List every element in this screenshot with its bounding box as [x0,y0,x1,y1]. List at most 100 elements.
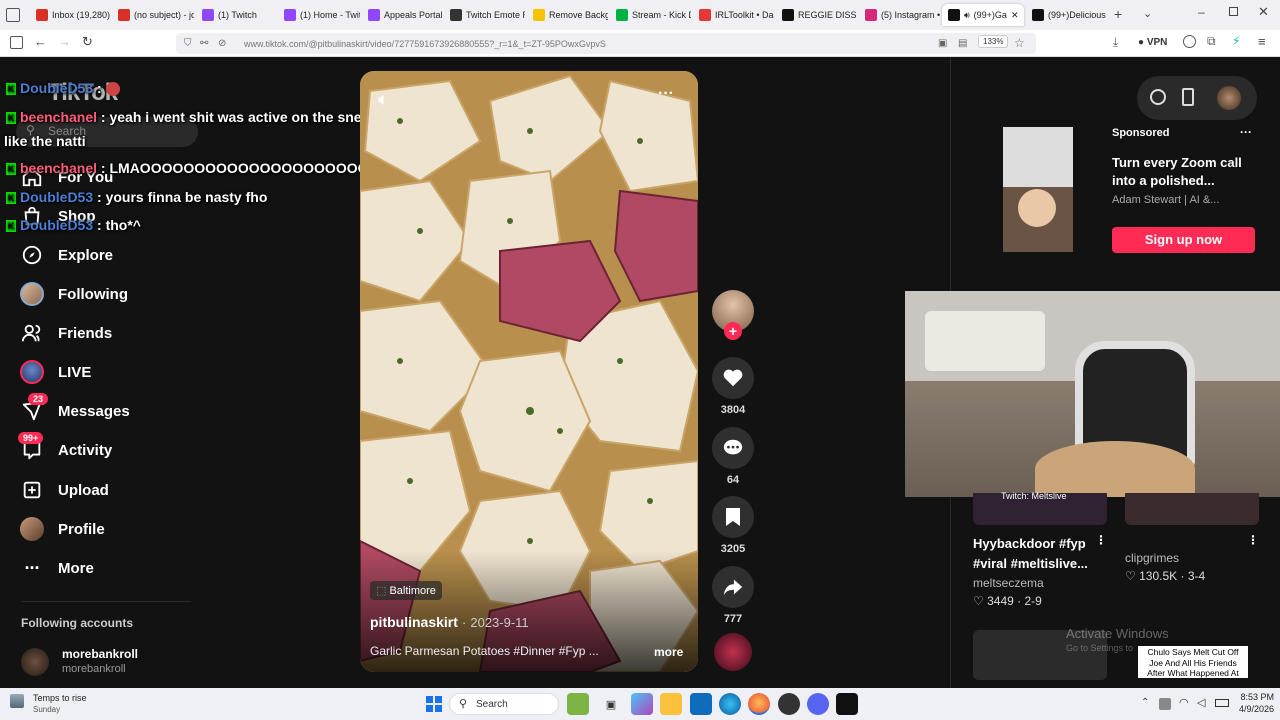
follow-plus-icon[interactable]: + [724,322,742,340]
permissions-icon[interactable]: ⚯ [200,38,208,49]
sidebar-item-activity[interactable]: 99+ Activity [18,432,112,462]
like-button[interactable]: 3804 [712,357,754,416]
sidebar-item-messages[interactable]: 23 Messages [20,393,130,423]
video-more-icon[interactable]: ··· [658,85,674,103]
browser-tab[interactable]: (99+)Delicious [1026,4,1108,26]
browser-tab[interactable]: REGGIE DISS W [776,4,857,26]
browser-tab[interactable]: Twitch Emote Resiz [444,4,525,26]
browser-tab[interactable]: (1) Home - Twit [278,4,360,26]
stream-caption-box: Chulo Says Melt Cut Off Joe And All His … [1138,646,1248,678]
clock[interactable]: 8:53 PM 4/9/2026 [1234,692,1274,714]
recommended-card[interactable]: ⋮ clipgrimes ♡ 130.5K · 3-4 [1125,493,1259,623]
sponsored-more-icon[interactable]: ··· [1240,125,1252,139]
vpn-button[interactable]: ● VPN [1138,37,1167,48]
browser-tab-bar: + ⌄ – ✕ Inbox (19,280) (no subject) - jo (… [0,0,1280,30]
wifi-icon[interactable]: ◠ [1179,696,1189,709]
browser-tab[interactable]: Inbox (19,280) [30,4,110,26]
sign-up-button[interactable]: Sign up now [1112,227,1255,253]
close-window-button[interactable]: ✕ [1258,4,1269,20]
browser-tab[interactable]: Remove Backgr [527,4,608,26]
minimize-button[interactable]: – [1198,5,1205,19]
kick-icon: K [6,112,16,125]
browser-tab[interactable]: 🔊︎ (99+)Ga ✕ [942,4,1024,26]
browser-tab[interactable]: IRLToolkit • Das [693,4,774,26]
edge-icon[interactable] [719,693,741,715]
extensions-icon[interactable]: ⧉ [1207,34,1216,49]
tab-overview-icon[interactable] [6,8,20,22]
browser-tab[interactable]: Stream - Kick D [610,4,691,26]
bookmark-star-icon[interactable]: ☆ [1014,36,1025,50]
like-count: 3804 [720,404,746,416]
file-explorer-icon[interactable] [660,693,682,715]
caption-more-button[interactable]: more [654,645,683,659]
obs-icon[interactable] [778,693,800,715]
creator-avatar[interactable]: + [712,290,754,340]
sidebar-item-upload[interactable]: Upload [20,478,109,502]
sidebar-item-label: More [58,559,94,577]
card-likes: 3449 [987,594,1014,608]
downloads-icon[interactable]: ⤓ [1113,35,1118,50]
new-tab-button[interactable]: + [1114,6,1122,22]
url-bar[interactable]: ⛉ ⚯ ⊘ www.tiktok.com/@pitbulinaskirt/vid… [176,33,1036,54]
taskbar-app-icon[interactable] [567,693,589,715]
tray-chevron-icon[interactable]: ⌃ [1141,697,1149,708]
task-view-icon[interactable]: ▣ [600,693,622,715]
sidebar-item-live[interactable]: LIVE [20,360,91,384]
extension-icon[interactable]: ⚡ [1232,34,1240,48]
volume-icon[interactable]: 🔈︎ [378,89,389,110]
tab-audio-icon[interactable]: 🔊︎ [964,10,970,21]
maximize-button[interactable] [1229,7,1238,16]
copilot-icon[interactable] [631,693,653,715]
video-player[interactable]: 🔈︎ ··· ⬚ Baltimore pitbulinaskirt · 2023… [360,71,698,672]
browser-tab[interactable]: Appeals Portal [362,4,442,26]
save-button[interactable]: 3205 [712,496,754,555]
tab-close-icon[interactable]: ✕ [1011,10,1019,21]
share-button[interactable]: 777 [712,566,754,625]
sidebar-item-profile[interactable]: Profile [20,517,105,541]
sponsored-card[interactable]: Sponsored ··· Turn every Zoom call into … [975,125,1255,253]
sidebar-item-friends[interactable]: Friends [20,321,112,345]
user-avatar[interactable] [1217,86,1241,110]
tab-list-chevron-icon[interactable]: ⌄ [1143,7,1152,20]
sidebar-item-explore[interactable]: Explore [20,243,113,267]
card-more-icon[interactable]: ⋮ [1095,533,1107,547]
menu-icon[interactable]: ≡ [1258,34,1266,49]
account-icon[interactable] [1183,35,1196,48]
following-account-item[interactable]: morebankroll morebankroll [21,646,191,682]
music-disc-icon[interactable] [714,633,752,671]
location-tag[interactable]: ⬚ Baltimore [370,581,442,600]
sidebar-item-more[interactable]: ··· More [20,556,94,580]
speaker-icon[interactable]: ◁ [1197,696,1205,709]
terminal-icon[interactable] [836,693,858,715]
start-button[interactable] [423,693,445,715]
phone-icon[interactable] [1182,88,1194,106]
sidebar-toggle-icon[interactable] [10,36,23,49]
battery-icon[interactable] [1215,699,1229,707]
taskbar-search[interactable]: ⚲ Search [449,693,559,715]
sidebar-item-label: Friends [58,324,113,342]
firefox-icon[interactable] [748,693,770,715]
video-author[interactable]: pitbulinaskirt [370,614,458,630]
browser-tab[interactable]: (1) Twitch [196,4,276,26]
comment-button[interactable]: 64 [712,427,754,486]
compass-button-icon[interactable] [1150,89,1166,105]
pip-icon[interactable]: ▣ [938,38,947,49]
sidebar-item-following[interactable]: Following [20,282,128,306]
back-button[interactable]: ← [34,34,47,49]
tracking-icon[interactable]: ⊘ [218,38,226,49]
zoom-level[interactable]: 133% [978,35,1009,48]
search-icon: ⚲ [459,698,468,710]
browser-tab[interactable]: (5) Instagram • [859,4,940,26]
weather-widget[interactable]: Temps to rise Sunday [10,692,130,716]
recommended-card[interactable]: Twitch: Meltslive Hyybackdoor #fyp #vira… [973,491,1107,623]
reload-button[interactable]: ↻ [82,34,93,50]
discord-icon[interactable] [807,693,829,715]
tab-favicon-icon [450,9,462,21]
outlook-icon[interactable] [690,693,712,715]
live-avatar [20,360,44,384]
reader-icon[interactable]: ▤ [958,38,967,49]
forward-button[interactable]: → [58,34,71,49]
tray-app-icon[interactable] [1159,698,1171,710]
card-more-icon[interactable]: ⋮ [1247,533,1259,547]
browser-tab[interactable]: (no subject) - jo [112,4,194,26]
